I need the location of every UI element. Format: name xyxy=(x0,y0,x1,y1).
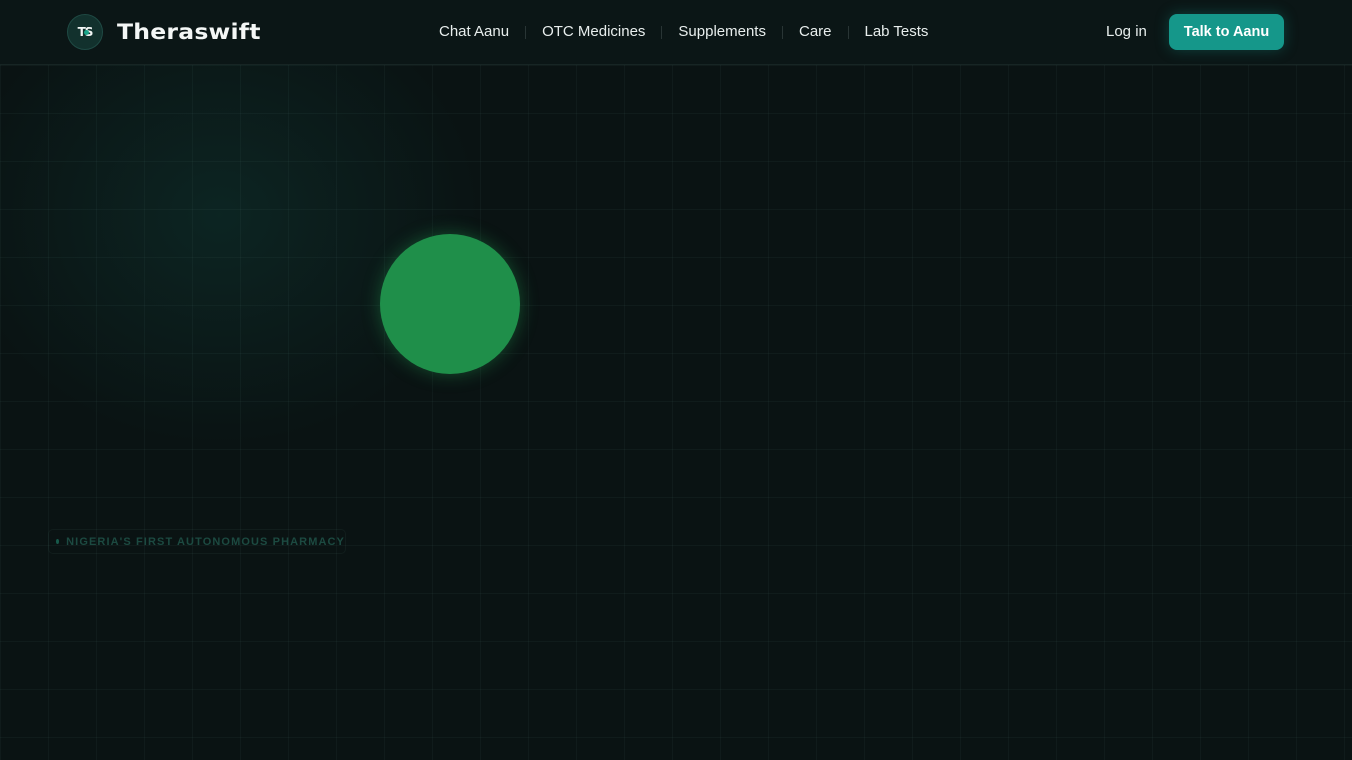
brand-name: Theraswift xyxy=(117,20,261,44)
hero-badge: NIGERIA'S FIRST AUTONOMOUS PHARMACY xyxy=(48,529,346,554)
hero-orb xyxy=(380,234,520,374)
nav-item-chat-aanu[interactable]: Chat Aanu xyxy=(423,20,525,44)
nav-item-supplements[interactable]: Supplements xyxy=(662,20,782,44)
brand-mark-dot xyxy=(84,30,89,35)
badge-text: NIGERIA'S FIRST AUTONOMOUS PHARMACY xyxy=(66,535,345,548)
login-link[interactable]: Log in xyxy=(1106,20,1147,44)
badge-dot-icon xyxy=(56,539,60,544)
nav-item-care[interactable]: Care xyxy=(783,20,848,44)
brand-logo[interactable]: TS Theraswift xyxy=(67,13,261,51)
main-nav: Chat Aanu OTC Medicines Supplements Care… xyxy=(423,20,944,44)
top-navbar: TS Theraswift Chat Aanu OTC Medicines Su… xyxy=(0,0,1352,65)
nav-item-otc-medicines[interactable]: OTC Medicines xyxy=(526,20,661,44)
talk-to-aanu-button[interactable]: Talk to Aanu xyxy=(1169,14,1284,50)
nav-item-lab-tests[interactable]: Lab Tests xyxy=(849,20,945,44)
background-grid xyxy=(0,0,1352,760)
brand-mark-icon: TS xyxy=(67,14,103,50)
landing-page: TS Theraswift Chat Aanu OTC Medicines Su… xyxy=(0,0,1352,760)
